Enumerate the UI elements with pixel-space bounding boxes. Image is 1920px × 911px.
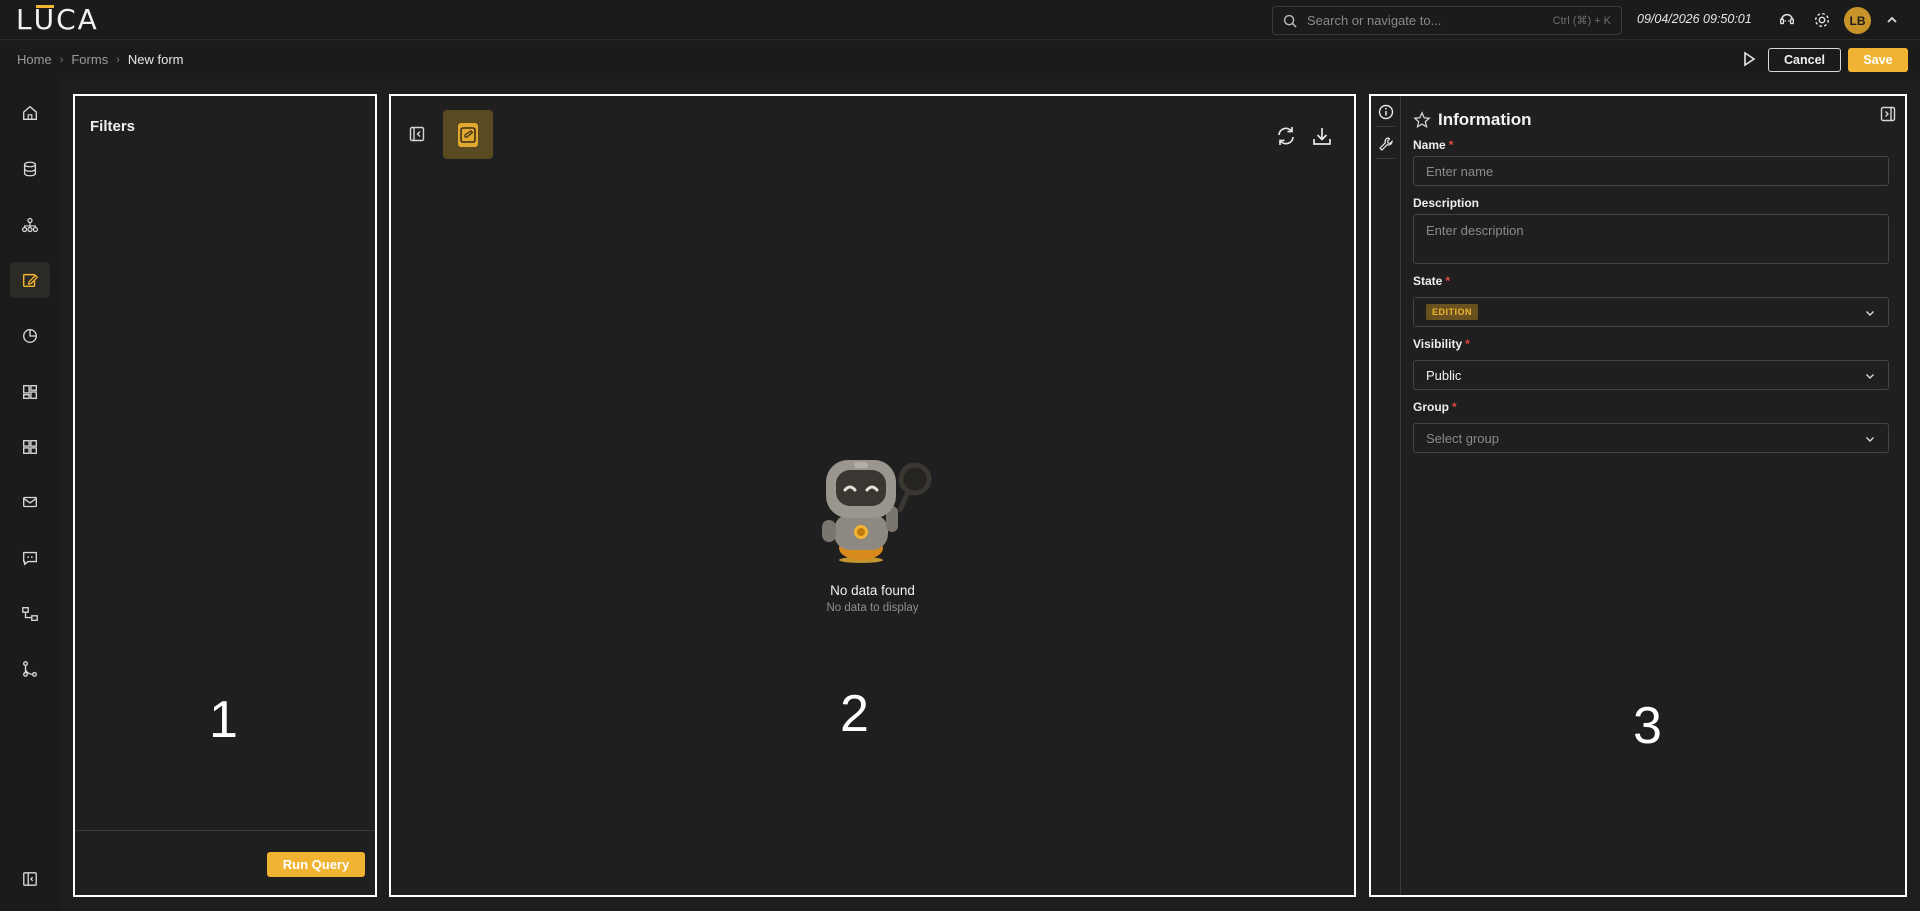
pie-chart-icon	[21, 327, 39, 345]
information-title: Information	[1438, 110, 1532, 129]
visibility-select[interactable]: Public	[1413, 360, 1889, 390]
nav-chat[interactable]	[10, 540, 50, 576]
chevron-down-icon	[1864, 433, 1876, 445]
nav-apps[interactable]	[10, 429, 50, 465]
nav-models[interactable]	[10, 207, 50, 243]
group-select[interactable]: Select group	[1413, 423, 1889, 453]
home-icon	[21, 104, 39, 122]
state-label: State *	[1413, 274, 1451, 288]
chevron-up-icon[interactable]	[1882, 10, 1902, 30]
empty-state-subtitle: No data to display	[826, 602, 919, 614]
nav-mail[interactable]	[10, 484, 50, 520]
nav-workflows[interactable]	[10, 596, 50, 632]
panel-tab-rail	[1371, 96, 1401, 895]
left-navigation	[0, 79, 60, 911]
search-icon	[1283, 14, 1297, 28]
top-bar: LUCA Search or navigate to... Ctrl (⌘) +…	[0, 0, 1920, 40]
nav-datasources[interactable]	[10, 151, 50, 187]
database-icon	[21, 160, 39, 178]
wrench-icon	[1378, 136, 1394, 152]
filters-divider	[75, 830, 375, 831]
state-badge: EDITION	[1426, 304, 1479, 320]
collapse-left-icon[interactable]	[409, 126, 425, 142]
form-icon	[453, 120, 483, 150]
search-shortcut: Ctrl (⌘) + K	[1552, 15, 1611, 27]
breadcrumb-bar: Home › Forms › New form	[0, 41, 1920, 79]
git-branch-icon	[21, 660, 39, 678]
grid-icon	[21, 438, 39, 456]
group-label: Group *	[1413, 400, 1457, 414]
user-avatar[interactable]: LB	[1844, 7, 1871, 34]
filters-title: Filters	[90, 118, 136, 135]
workflow-icon	[21, 605, 39, 623]
name-field[interactable]: Enter name	[1413, 156, 1889, 186]
support-agent-icon[interactable]	[1777, 10, 1797, 30]
edit-form-icon	[21, 271, 39, 289]
name-label: Name *	[1413, 138, 1454, 152]
nav-home[interactable]	[10, 95, 50, 131]
run-query-button[interactable]: Run Query	[267, 852, 365, 877]
description-placeholder: Enter description	[1426, 223, 1524, 238]
download-icon[interactable]	[1311, 125, 1333, 147]
run-play-icon[interactable]	[1740, 50, 1758, 68]
hierarchy-icon	[21, 216, 39, 234]
panel-number-1: 1	[209, 691, 238, 749]
rail-divider	[1376, 158, 1396, 159]
chevron-down-icon	[1864, 370, 1876, 382]
current-datetime: 09/04/2026 09:50:01	[1637, 12, 1752, 26]
refresh-icon[interactable]	[1275, 125, 1297, 147]
breadcrumb-current: New form	[127, 52, 184, 67]
preview-panel: No data found No data to display 2	[389, 94, 1356, 897]
nav-dashboards[interactable]	[10, 374, 50, 410]
panel-number-3: 3	[1633, 697, 1662, 755]
chat-icon	[21, 549, 39, 567]
group-placeholder: Select group	[1426, 430, 1499, 446]
robot-mascot-illustration	[804, 440, 934, 570]
mail-icon	[21, 493, 39, 511]
empty-state-title: No data found	[830, 583, 915, 598]
sidebar-toggle-icon	[22, 871, 38, 887]
luca-logo[interactable]: LUCA	[16, 5, 99, 35]
nav-forms[interactable]	[10, 262, 50, 298]
info-circle-icon	[1378, 104, 1394, 120]
cancel-button[interactable]: Cancel	[1768, 48, 1841, 72]
breadcrumb-separator: ›	[59, 53, 64, 66]
nav-collapse[interactable]	[10, 861, 50, 897]
breadcrumb-home[interactable]: Home	[17, 52, 52, 67]
save-button[interactable]: Save	[1848, 48, 1908, 72]
name-placeholder: Enter name	[1426, 163, 1494, 179]
search-placeholder: Search or navigate to...	[1307, 13, 1442, 28]
breadcrumb-forms[interactable]: Forms	[71, 52, 108, 67]
chevron-down-icon	[1864, 307, 1876, 319]
breadcrumb: Home › Forms › New form	[17, 52, 184, 67]
visibility-value: Public	[1426, 367, 1462, 383]
description-label: Description	[1413, 196, 1480, 210]
search-input[interactable]: Search or navigate to... Ctrl (⌘) + K	[1272, 6, 1622, 35]
logo-text: LUCA	[16, 3, 99, 36]
breadcrumb-separator: ›	[116, 53, 120, 66]
tab-settings[interactable]	[1376, 134, 1396, 154]
favorite-star-icon[interactable]	[1413, 111, 1431, 129]
nav-reports[interactable]	[10, 318, 50, 354]
tab-information[interactable]	[1376, 102, 1396, 122]
state-select[interactable]: EDITION	[1413, 297, 1889, 327]
visibility-label: Visibility *	[1413, 337, 1470, 351]
description-field[interactable]: Enter description	[1413, 214, 1889, 264]
dashboard-icon	[21, 383, 39, 401]
collapse-right-icon[interactable]	[1880, 106, 1896, 122]
settings-gear-icon[interactable]	[1812, 10, 1832, 30]
form-type-badge[interactable]	[443, 110, 493, 159]
rail-divider	[1376, 126, 1396, 127]
nav-versioning[interactable]	[10, 651, 50, 687]
filters-panel: Filters 1 Run Query	[73, 94, 377, 897]
information-panel: Information Name * Enter name Description…	[1369, 94, 1907, 897]
panel-number-2: 2	[840, 685, 869, 743]
